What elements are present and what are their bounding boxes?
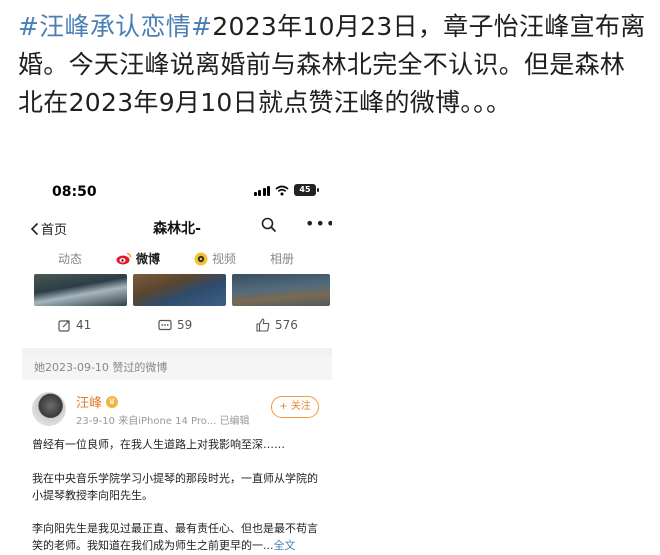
section-divider (22, 348, 332, 356)
tab-activity[interactable]: 动态 (58, 250, 82, 267)
back-button[interactable]: 首页 (30, 219, 67, 238)
video-icon (194, 252, 208, 265)
avatar[interactable] (32, 392, 66, 426)
comment-icon (158, 319, 172, 330)
thumbs-up-icon (256, 318, 270, 332)
status-bar: 08:50 45 (22, 172, 332, 212)
landscape-photo[interactable] (34, 274, 127, 306)
comment-button[interactable]: 59 (158, 318, 192, 332)
page-title: 森林北- (153, 221, 201, 237)
like-count: 576 (275, 318, 298, 332)
search-button[interactable] (261, 217, 277, 237)
weibo-card[interactable]: 汪峰 ♛ 23-9-10 来自iPhone 14 Pro... 已编辑 + 关注… (22, 380, 332, 555)
repost-count: 41 (76, 318, 92, 332)
follow-button[interactable]: + 关注 (271, 396, 319, 418)
user-name[interactable]: 汪峰 ♛ (76, 392, 119, 411)
tab-album[interactable]: 相册 (270, 250, 294, 267)
weibo-paragraph: 曾经有一位良师，在我人生道路上对我影响至深…… (32, 438, 285, 451)
battery-icon: 45 (294, 184, 319, 196)
tab-video[interactable]: 视频 (194, 250, 236, 267)
repost-button[interactable]: 41 (58, 318, 91, 332)
weibo-paragraph: 李向阳先生是我见过最正直、最有责任心、但也是最不苟言笑的老师。我知道在我们成为师… (32, 520, 328, 554)
post-hashtag[interactable]: #汪峰承认恋情# (18, 12, 212, 41)
nav-bar: 首页 森林北- ••• (22, 212, 332, 246)
comment-count: 59 (177, 318, 193, 332)
post-meta: 23-9-10 来自iPhone 14 Pro... 已编辑 (76, 416, 250, 427)
weibo-icon (116, 252, 132, 265)
post-text: #汪峰承认恋情#2023年10月23日，章子怡汪峰宣布离婚。今天汪峰说离婚前与森… (18, 8, 648, 122)
tab-weibo[interactable]: 微博 (116, 250, 160, 267)
search-icon (261, 217, 277, 233)
wifi-icon (275, 185, 289, 195)
liked-weibo-header: 她2023-09-10 赞过的微博 (22, 356, 332, 380)
tab-label: 动态 (58, 252, 83, 266)
crown-icon: ♛ (106, 395, 119, 408)
like-button[interactable]: 576 (256, 318, 298, 332)
photo-strip (34, 274, 330, 306)
signal-icon (253, 185, 270, 196)
status-icons: 45 (253, 184, 319, 196)
full-text-link[interactable]: 全文 (274, 539, 296, 552)
landscape-photo[interactable] (232, 274, 330, 306)
profile-tabs: 动态 微博 视频 相册 (22, 250, 332, 272)
weibo-paragraph: 我在中央音乐学院学习小提琴的那段时光，一直师从学院的小提琴教授李向阳先生。 (32, 472, 318, 502)
status-time: 08:50 (52, 184, 97, 200)
chevron-left-icon (30, 222, 39, 235)
action-bar: 41 59 576 (22, 318, 332, 338)
user-name-text: 汪峰 (76, 396, 103, 411)
tab-label: 微博 (136, 252, 161, 266)
back-label: 首页 (41, 223, 68, 238)
more-icon[interactable]: ••• (305, 214, 332, 233)
landscape-photo[interactable] (133, 274, 226, 306)
repost-icon (58, 319, 70, 332)
tab-label: 视频 (212, 252, 237, 266)
tab-label: 相册 (270, 252, 295, 266)
phone-screenshot: 08:50 45 首页 森林北- ••• (22, 172, 332, 555)
